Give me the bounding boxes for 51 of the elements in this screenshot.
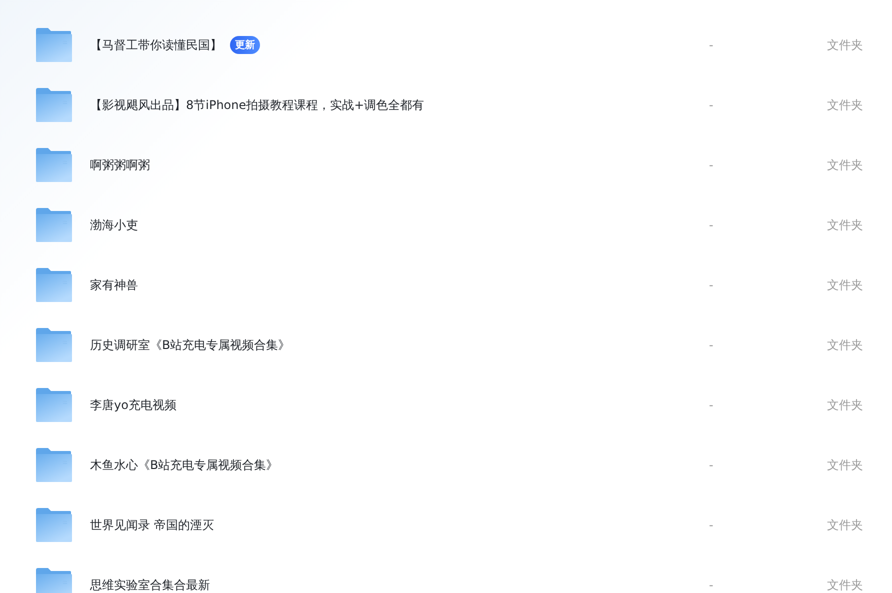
folder-name[interactable]: 啊粥粥啊粥	[90, 156, 150, 174]
file-type: 文件夹	[827, 516, 863, 534]
file-size: -	[709, 338, 714, 352]
file-row[interactable]: 【马督工带你读懂民国】 更新 - 文件夹	[0, 15, 892, 75]
folder-icon	[36, 148, 72, 182]
file-type: 文件夹	[827, 156, 863, 174]
file-type: 文件夹	[827, 576, 863, 593]
folder-icon	[36, 28, 72, 62]
file-row[interactable]: 啊粥粥啊粥 - 文件夹	[0, 135, 892, 195]
file-size: -	[709, 218, 714, 232]
file-size: -	[709, 518, 714, 532]
folder-icon	[36, 508, 72, 542]
file-type: 文件夹	[827, 276, 863, 294]
file-row[interactable]: 历史调研室《B站充电专属视频合集》 - 文件夹	[0, 315, 892, 375]
file-size: -	[709, 38, 714, 52]
folder-name[interactable]: 历史调研室《B站充电专属视频合集》	[90, 336, 290, 354]
file-type: 文件夹	[827, 36, 863, 54]
file-type: 文件夹	[827, 456, 863, 474]
folder-icon	[36, 88, 72, 122]
file-size: -	[709, 278, 714, 292]
folder-icon	[36, 448, 72, 482]
file-row[interactable]: 木鱼水心《B站充电专属视频合集》 - 文件夹	[0, 435, 892, 495]
folder-name[interactable]: 渤海小吏	[90, 216, 138, 234]
file-size: -	[709, 398, 714, 412]
folder-icon	[36, 568, 72, 593]
file-type: 文件夹	[827, 396, 863, 414]
file-type: 文件夹	[827, 336, 863, 354]
folder-icon	[36, 208, 72, 242]
file-type: 文件夹	[827, 216, 863, 234]
folder-name[interactable]: 家有神兽	[90, 276, 138, 294]
folder-icon	[36, 268, 72, 302]
file-size: -	[709, 458, 714, 472]
folder-name[interactable]: 【马督工带你读懂民国】	[90, 36, 222, 54]
file-row[interactable]: 家有神兽 - 文件夹	[0, 255, 892, 315]
file-row[interactable]: 李唐yo充电视频 - 文件夹	[0, 375, 892, 435]
file-size: -	[709, 98, 714, 112]
file-row[interactable]: 【影视飓风出品】8节iPhone拍摄教程课程，实战+调色全都有 - 文件夹	[0, 75, 892, 135]
folder-name[interactable]: 【影视飓风出品】8节iPhone拍摄教程课程，实战+调色全都有	[90, 96, 424, 114]
folder-name[interactable]: 世界见闻录 帝国的湮灭	[90, 516, 214, 534]
file-size: -	[709, 578, 714, 592]
file-row[interactable]: 思维实验室合集合最新 - 文件夹	[0, 555, 892, 593]
folder-name[interactable]: 木鱼水心《B站充电专属视频合集》	[90, 456, 278, 474]
update-badge: 更新	[230, 36, 260, 54]
folder-icon	[36, 388, 72, 422]
file-type: 文件夹	[827, 96, 863, 114]
file-row[interactable]: 世界见闻录 帝国的湮灭 - 文件夹	[0, 495, 892, 555]
folder-name[interactable]: 李唐yo充电视频	[90, 396, 176, 414]
folder-icon	[36, 328, 72, 362]
folder-name[interactable]: 思维实验室合集合最新	[90, 576, 210, 593]
file-row[interactable]: 渤海小吏 - 文件夹	[0, 195, 892, 255]
file-size: -	[709, 158, 714, 172]
